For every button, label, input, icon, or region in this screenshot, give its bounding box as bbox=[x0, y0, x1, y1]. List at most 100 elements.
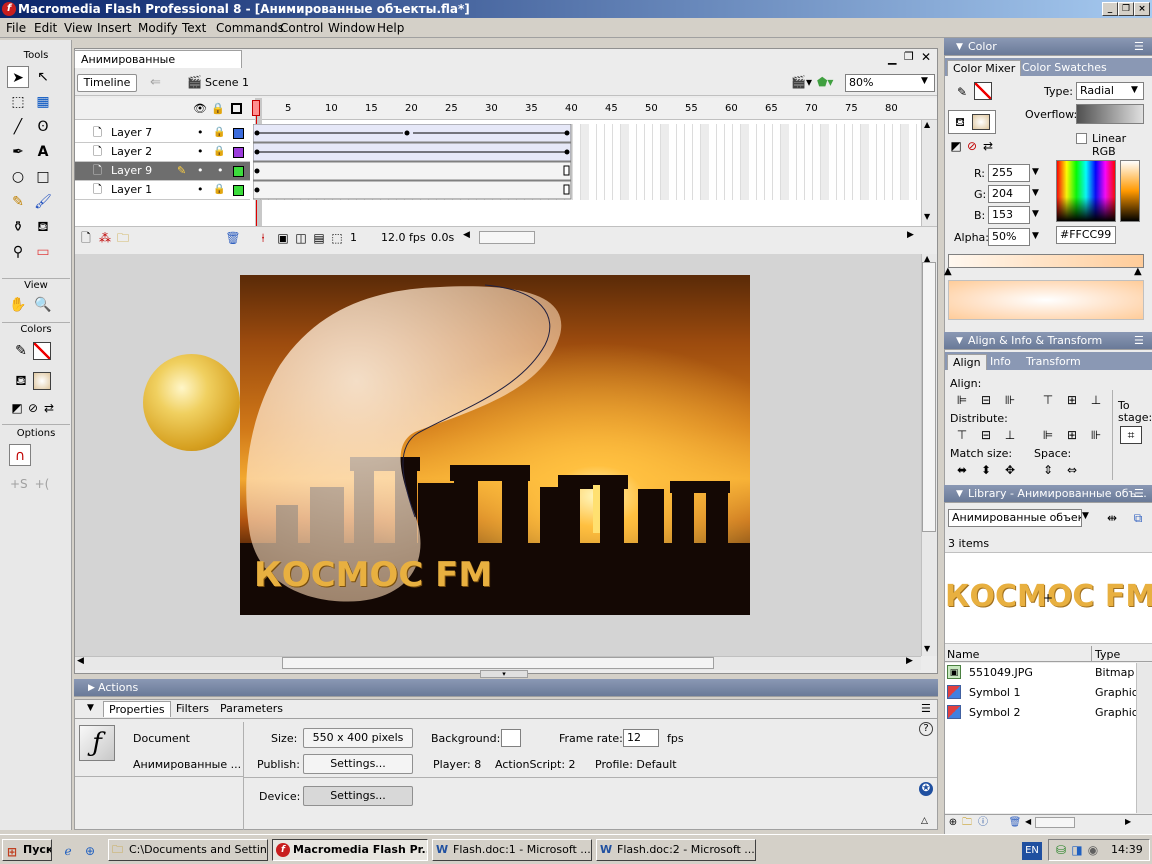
to-stage-toggle[interactable]: ⌗ bbox=[1120, 426, 1142, 444]
fill-swatch[interactable] bbox=[33, 372, 51, 390]
swap-colors-icon[interactable]: ⇄ bbox=[980, 138, 996, 154]
distribute-top-icon[interactable]: ⊤ bbox=[954, 427, 970, 443]
swap-colors-icon[interactable]: ⇄ bbox=[41, 400, 57, 416]
layer-row-1[interactable]: 🗋 Layer 1 • 🔒 bbox=[75, 181, 250, 200]
fill-color-icon[interactable]: ⛾ bbox=[10, 370, 32, 392]
delete-icon[interactable]: 🗑 bbox=[1007, 815, 1023, 831]
text-tool-icon[interactable]: A bbox=[32, 141, 54, 163]
list-item[interactable]: Symbol 1 Graphic bbox=[945, 683, 1136, 703]
oval-tool-icon[interactable]: ○ bbox=[7, 166, 29, 188]
timeline-vscroll[interactable] bbox=[921, 120, 937, 226]
task-explorer[interactable]: 🗀 C:\Documents and Settin... bbox=[108, 839, 268, 861]
menu-commands[interactable]: Commands bbox=[216, 21, 284, 35]
doc-restore-icon[interactable]: ❐ bbox=[904, 50, 914, 63]
size-button[interactable]: 550 x 400 pixels bbox=[303, 728, 413, 748]
distribute-hcenter-icon[interactable]: ⊞ bbox=[1064, 427, 1080, 443]
lock-icon[interactable]: 🔒 bbox=[213, 143, 225, 161]
lock-icon[interactable]: 🔒 bbox=[213, 181, 225, 199]
new-library-icon[interactable]: ⧉ bbox=[1130, 510, 1146, 526]
fill-transform-icon[interactable]: ▦ bbox=[32, 91, 54, 113]
gradient-stop-right[interactable]: ▲ bbox=[1134, 266, 1142, 277]
menu-window[interactable]: Window bbox=[328, 21, 375, 35]
tray-app-icon[interactable]: ◉ bbox=[1085, 842, 1101, 858]
library-panel-header[interactable]: ▼ Library - Анимированные объ... ☰ bbox=[944, 485, 1152, 503]
layer-row-9[interactable]: 🗋 Layer 9 ✎ • • bbox=[75, 162, 250, 181]
tab-color-mixer[interactable]: Color Mixer bbox=[947, 60, 1022, 76]
lock-dot[interactable]: • bbox=[217, 162, 224, 180]
outline-color-box[interactable] bbox=[233, 147, 244, 158]
doc-minimize-icon[interactable]: ▁ bbox=[888, 52, 896, 65]
align-hcenter-icon[interactable]: ⊟ bbox=[978, 392, 994, 408]
stroke-swatch[interactable] bbox=[33, 342, 51, 360]
outline-color-box[interactable] bbox=[233, 128, 244, 139]
stroke-swatch[interactable] bbox=[974, 82, 992, 100]
back-arrow-icon[interactable]: ⇐ bbox=[150, 75, 161, 90]
device-settings-button[interactable]: Settings... bbox=[303, 786, 413, 806]
scroll-left-icon[interactable]: ◀ bbox=[463, 230, 470, 240]
stage-title-text[interactable]: КОСМОС FM bbox=[254, 555, 492, 595]
menu-file[interactable]: File bbox=[6, 21, 26, 35]
stage-scroll-down-icon[interactable]: ▼ bbox=[924, 644, 930, 653]
arrow-tool-icon[interactable]: ➤ bbox=[7, 66, 29, 88]
lasso-tool-icon[interactable]: ʘ bbox=[32, 116, 54, 138]
onion-skin-icon[interactable]: ▣ bbox=[275, 230, 291, 246]
actions-panel-header[interactable]: ▶ Actions bbox=[74, 679, 938, 697]
tab-transform[interactable]: Transform bbox=[1021, 354, 1086, 370]
delete-layer-icon[interactable]: 🗑 bbox=[225, 230, 241, 246]
panel-options-icon[interactable]: ☰ bbox=[1134, 485, 1144, 503]
task-flash[interactable]: f Macromedia Flash Pr... bbox=[272, 839, 428, 861]
menu-insert[interactable]: Insert bbox=[97, 21, 131, 35]
panel-options-icon[interactable]: ☰ bbox=[1134, 332, 1144, 350]
align-left-icon[interactable]: ⊫ bbox=[954, 392, 970, 408]
tab-properties[interactable]: Properties bbox=[103, 701, 171, 717]
insert-folder-icon[interactable]: 🗀 bbox=[115, 230, 131, 246]
visibility-dot[interactable]: • bbox=[197, 124, 204, 142]
distribute-right-icon[interactable]: ⊪ bbox=[1088, 427, 1104, 443]
tab-parameters[interactable]: Parameters bbox=[215, 701, 288, 717]
show-hide-icon[interactable]: 👁 bbox=[193, 102, 207, 115]
space-horizontal-icon[interactable]: ⇔ bbox=[1064, 462, 1080, 478]
visibility-dot[interactable]: • bbox=[197, 181, 204, 199]
line-tool-icon[interactable]: ╱ bbox=[7, 116, 29, 138]
edit-multiple-icon[interactable]: ▤ bbox=[311, 230, 327, 246]
color-spectrum[interactable] bbox=[1056, 160, 1116, 222]
menu-text[interactable]: Text bbox=[182, 21, 206, 35]
doc-close-icon[interactable]: ✕ bbox=[921, 50, 931, 64]
subselect-tool-icon[interactable]: ↖ bbox=[32, 66, 54, 88]
stage-hscroll-thumb[interactable] bbox=[282, 657, 714, 669]
minimize-button[interactable]: _ bbox=[1102, 2, 1118, 16]
red-input[interactable]: 255 bbox=[988, 164, 1030, 182]
stroke-color-icon[interactable]: ✎ bbox=[10, 340, 32, 362]
start-button[interactable]: ⊞ Пуск bbox=[2, 839, 52, 861]
pin-library-icon[interactable]: ⇹ bbox=[1104, 510, 1120, 526]
collapse-arrow-icon[interactable]: ▼ bbox=[956, 485, 963, 503]
library-hscroll-thumb[interactable] bbox=[1035, 817, 1075, 828]
publish-settings-button[interactable]: Settings... bbox=[303, 754, 413, 774]
hex-input[interactable]: #FFCC99 bbox=[1056, 226, 1116, 244]
ie-icon[interactable]: ℯ bbox=[60, 843, 76, 859]
no-color-icon[interactable]: ⊘ bbox=[25, 400, 41, 416]
outline-color-box[interactable] bbox=[233, 166, 244, 177]
alpha-input[interactable]: 50% bbox=[988, 228, 1030, 246]
match-width-icon[interactable]: ⬌ bbox=[954, 462, 970, 478]
scroll-up-icon[interactable]: ▲ bbox=[924, 120, 930, 129]
match-both-icon[interactable]: ✥ bbox=[1002, 462, 1018, 478]
distribute-vcenter-icon[interactable]: ⊟ bbox=[978, 427, 994, 443]
frame-tracks[interactable] bbox=[253, 124, 923, 202]
library-vscroll[interactable] bbox=[1136, 663, 1152, 813]
stage-scroll-left-icon[interactable]: ◀ bbox=[77, 656, 84, 666]
panel-collapse-handle[interactable]: ▾ bbox=[480, 670, 528, 678]
paint-bucket-icon[interactable]: ⛾ bbox=[32, 216, 54, 238]
outline-all-icon[interactable] bbox=[231, 103, 242, 114]
modify-markers-icon[interactable]: ⬚ bbox=[329, 230, 345, 246]
outline-color-box[interactable] bbox=[233, 185, 244, 196]
menu-edit[interactable]: Edit bbox=[34, 21, 57, 35]
collapse-arrow-icon[interactable]: ▼ bbox=[956, 332, 963, 350]
dropdown-icon[interactable]: ▼ bbox=[1032, 188, 1039, 198]
edit-scene-icon[interactable]: 🎬▾ bbox=[791, 75, 812, 89]
timeline-hscroll-thumb[interactable] bbox=[479, 231, 535, 244]
center-frame-icon[interactable]: ⍿ bbox=[255, 230, 271, 246]
dropdown-icon[interactable]: ▼ bbox=[1032, 231, 1039, 241]
fill-color-icon[interactable]: ⛾ bbox=[952, 114, 968, 130]
lock-icon[interactable]: 🔒 bbox=[213, 124, 225, 142]
